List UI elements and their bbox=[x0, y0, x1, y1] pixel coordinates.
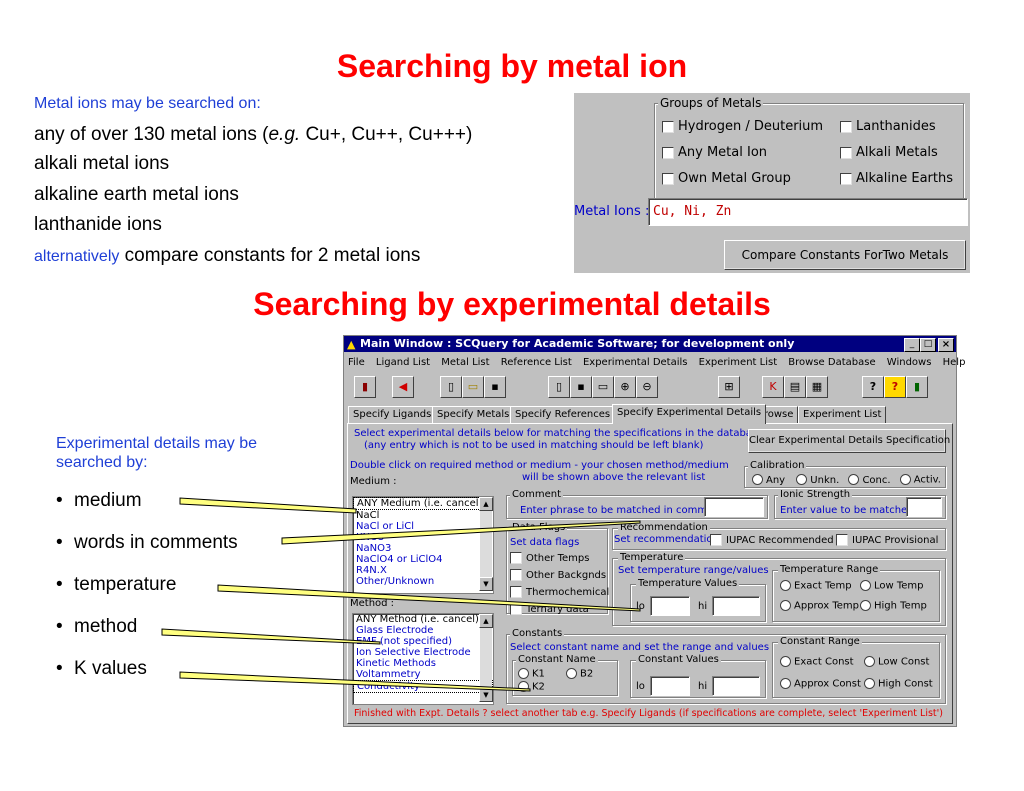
callout-method bbox=[161, 628, 381, 645]
callout-medium bbox=[179, 497, 357, 514]
callout-comments bbox=[281, 520, 641, 545]
callout-temperature bbox=[217, 584, 641, 612]
tab-specify-experimental-details[interactable]: Specify Experimental Details bbox=[612, 404, 767, 424]
callout-arrows bbox=[161, 497, 641, 692]
callout-k-values bbox=[179, 671, 531, 692]
